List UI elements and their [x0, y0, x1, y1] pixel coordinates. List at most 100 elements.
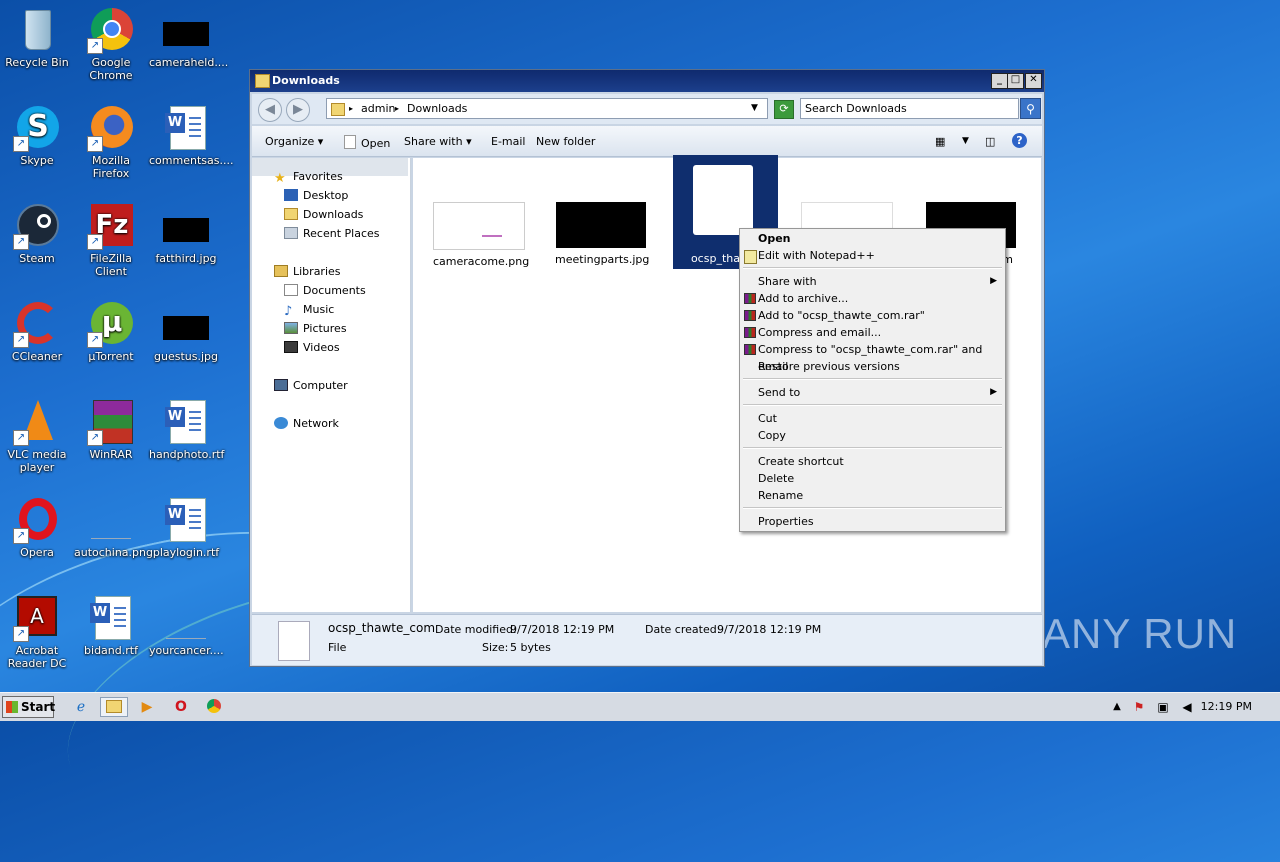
search-icon[interactable]: ⚲: [1020, 98, 1041, 119]
nav-favorites[interactable]: ★ Favorites: [274, 168, 343, 186]
opera-icon[interactable]: O: [170, 697, 192, 717]
menu-delete[interactable]: Delete: [758, 470, 794, 487]
nav-downloads[interactable]: Downloads: [284, 206, 363, 224]
desktop-icon-file[interactable]: cameraheld....: [149, 6, 228, 69]
open-button[interactable]: Open: [344, 135, 390, 150]
nav-network[interactable]: Network: [274, 415, 339, 433]
menu-restore-previous[interactable]: Restore previous versions: [758, 358, 900, 375]
desktop-icon-file[interactable]: autochina.png: [74, 496, 153, 559]
shortcut-arrow-icon: ↗: [87, 332, 103, 348]
desktop-icon-winrar[interactable]: ↗ WinRAR: [74, 398, 148, 461]
desktop-icon-steam[interactable]: ↗ Steam: [0, 202, 74, 265]
menu-separator: [743, 507, 1002, 509]
network-tray-icon[interactable]: ▣: [1152, 697, 1174, 717]
refresh-button[interactable]: ⟳: [774, 100, 794, 119]
desktop-icon-recycle-bin[interactable]: Recycle Bin: [0, 6, 74, 69]
file-item[interactable]: cameracome.png: [433, 202, 529, 268]
chrome-icon[interactable]: [203, 697, 225, 717]
desktop-icon-file[interactable]: W handphoto.rtf: [149, 398, 224, 461]
volume-icon[interactable]: ◀: [1176, 697, 1198, 717]
desktop-icon-file[interactable]: fatthird.jpg: [149, 202, 223, 265]
minimize-button[interactable]: _: [991, 73, 1008, 89]
nav-computer[interactable]: Computer: [274, 377, 348, 395]
breadcrumb-admin[interactable]: admin: [361, 102, 395, 115]
desktop-icon-ccleaner[interactable]: ↗ CCleaner: [0, 300, 74, 363]
explorer-taskbar-button[interactable]: [100, 697, 128, 717]
nav-libraries[interactable]: Libraries: [274, 263, 341, 281]
menu-share-with[interactable]: Share with: [758, 273, 817, 290]
file-icon: [278, 621, 310, 661]
shortcut-arrow-icon: ↗: [13, 234, 29, 250]
organize-button[interactable]: Organize ▾: [265, 135, 323, 148]
clock[interactable]: 12:19 PM: [1201, 700, 1252, 713]
desktop-icon-label: autochina.png: [74, 546, 153, 559]
winrar-icon: [744, 293, 756, 304]
computer-icon: [274, 379, 288, 391]
close-button[interactable]: ✕: [1025, 73, 1042, 89]
menu-separator: [743, 267, 1002, 269]
chevron-right-icon[interactable]: ▸: [349, 104, 353, 113]
desktop-icon-filezilla[interactable]: Fz ↗ FileZilla Client: [74, 202, 148, 278]
desktop-icon-skype[interactable]: S ↗ Skype: [0, 104, 74, 167]
shortcut-arrow-icon: ↗: [13, 332, 29, 348]
new-folder-button[interactable]: New folder: [536, 135, 595, 148]
change-view-icon[interactable]: ▦: [935, 135, 945, 148]
menu-separator: [743, 447, 1002, 449]
nav-recent-places[interactable]: Recent Places: [284, 225, 380, 243]
menu-cut[interactable]: Cut: [758, 410, 777, 427]
network-icon: [274, 417, 288, 429]
nav-pictures[interactable]: Pictures: [284, 320, 347, 338]
desktop-icon-file[interactable]: W bidand.rtf: [74, 594, 148, 657]
breadcrumb-downloads[interactable]: Downloads: [407, 102, 467, 115]
menu-rename[interactable]: Rename: [758, 487, 803, 504]
email-button[interactable]: E-mail: [491, 135, 526, 148]
nav-music[interactable]: ♪ Music: [284, 301, 334, 319]
media-player-icon[interactable]: ▶: [136, 697, 158, 717]
help-icon[interactable]: ?: [1012, 133, 1027, 148]
forward-button[interactable]: ▶: [286, 98, 310, 122]
menu-open[interactable]: Open: [758, 230, 791, 247]
address-field[interactable]: ▸ admin ▸ Downloads ▼: [326, 98, 768, 119]
desktop-icon-chrome[interactable]: ↗ Google Chrome: [74, 6, 148, 82]
menu-add-to-rar[interactable]: Add to "ocsp_thawte_com.rar": [758, 307, 925, 324]
title-bar[interactable]: Downloads _ □ ✕: [250, 70, 1044, 92]
menu-create-shortcut[interactable]: Create shortcut: [758, 453, 844, 470]
chevron-down-icon[interactable]: ▼: [962, 136, 969, 146]
menu-edit-notepad[interactable]: Edit with Notepad++: [758, 247, 875, 264]
menu-compress-rar-email[interactable]: Compress to "ocsp_thawte_com.rar" and em…: [758, 341, 1005, 373]
desktop-icon-file[interactable]: yourcancer....: [149, 594, 224, 657]
documents-icon: [284, 284, 298, 296]
internet-explorer-icon[interactable]: ℯ: [70, 697, 92, 717]
desktop-icon-opera[interactable]: ↗ Opera: [0, 496, 74, 559]
nav-videos[interactable]: Videos: [284, 339, 340, 357]
menu-send-to[interactable]: Send to: [758, 384, 800, 401]
maximize-button[interactable]: □: [1007, 73, 1024, 89]
nav-documents[interactable]: Documents: [284, 282, 366, 300]
desktop-icon-utorrent[interactable]: µ ↗ µTorrent: [74, 300, 148, 363]
desktop-icon-acrobat[interactable]: A ↗ Acrobat Reader DC: [0, 594, 74, 670]
menu-compress-email[interactable]: Compress and email...: [758, 324, 881, 341]
desktop-icon-firefox[interactable]: ↗ Mozilla Firefox: [74, 104, 148, 180]
show-hidden-icons-button[interactable]: ▲: [1106, 697, 1128, 717]
start-button[interactable]: Start: [2, 696, 55, 718]
menu-copy[interactable]: Copy: [758, 427, 786, 444]
file-name: meetingparts.jpg: [555, 253, 650, 266]
search-input[interactable]: Search Downloads: [800, 98, 1019, 119]
desktop-icon-file[interactable]: W playlogin.rtf: [149, 496, 223, 559]
desktop-icon-file[interactable]: W commentsas....: [149, 104, 233, 167]
share-with-button[interactable]: Share with ▾: [404, 135, 472, 148]
chevron-down-icon[interactable]: ▼: [751, 103, 758, 113]
desktop-icon-label: bidand.rtf: [84, 644, 138, 657]
nav-desktop[interactable]: Desktop: [284, 187, 348, 205]
desktop-icon-label: µTorrent: [88, 350, 134, 363]
file-item[interactable]: meetingparts.jpg: [555, 202, 650, 266]
desktop-icon-vlc[interactable]: ↗ VLC media player: [0, 398, 74, 474]
desktop-icon-file[interactable]: guestus.jpg: [149, 300, 223, 363]
desktop-icon-label: WinRAR: [89, 448, 133, 461]
menu-add-to-archive[interactable]: Add to archive...: [758, 290, 848, 307]
back-button[interactable]: ◀: [258, 98, 282, 122]
menu-properties[interactable]: Properties: [758, 513, 814, 530]
preview-pane-icon[interactable]: ◫: [985, 135, 995, 148]
action-center-icon[interactable]: ⚑: [1128, 697, 1150, 717]
chevron-right-icon[interactable]: ▸: [395, 104, 399, 113]
